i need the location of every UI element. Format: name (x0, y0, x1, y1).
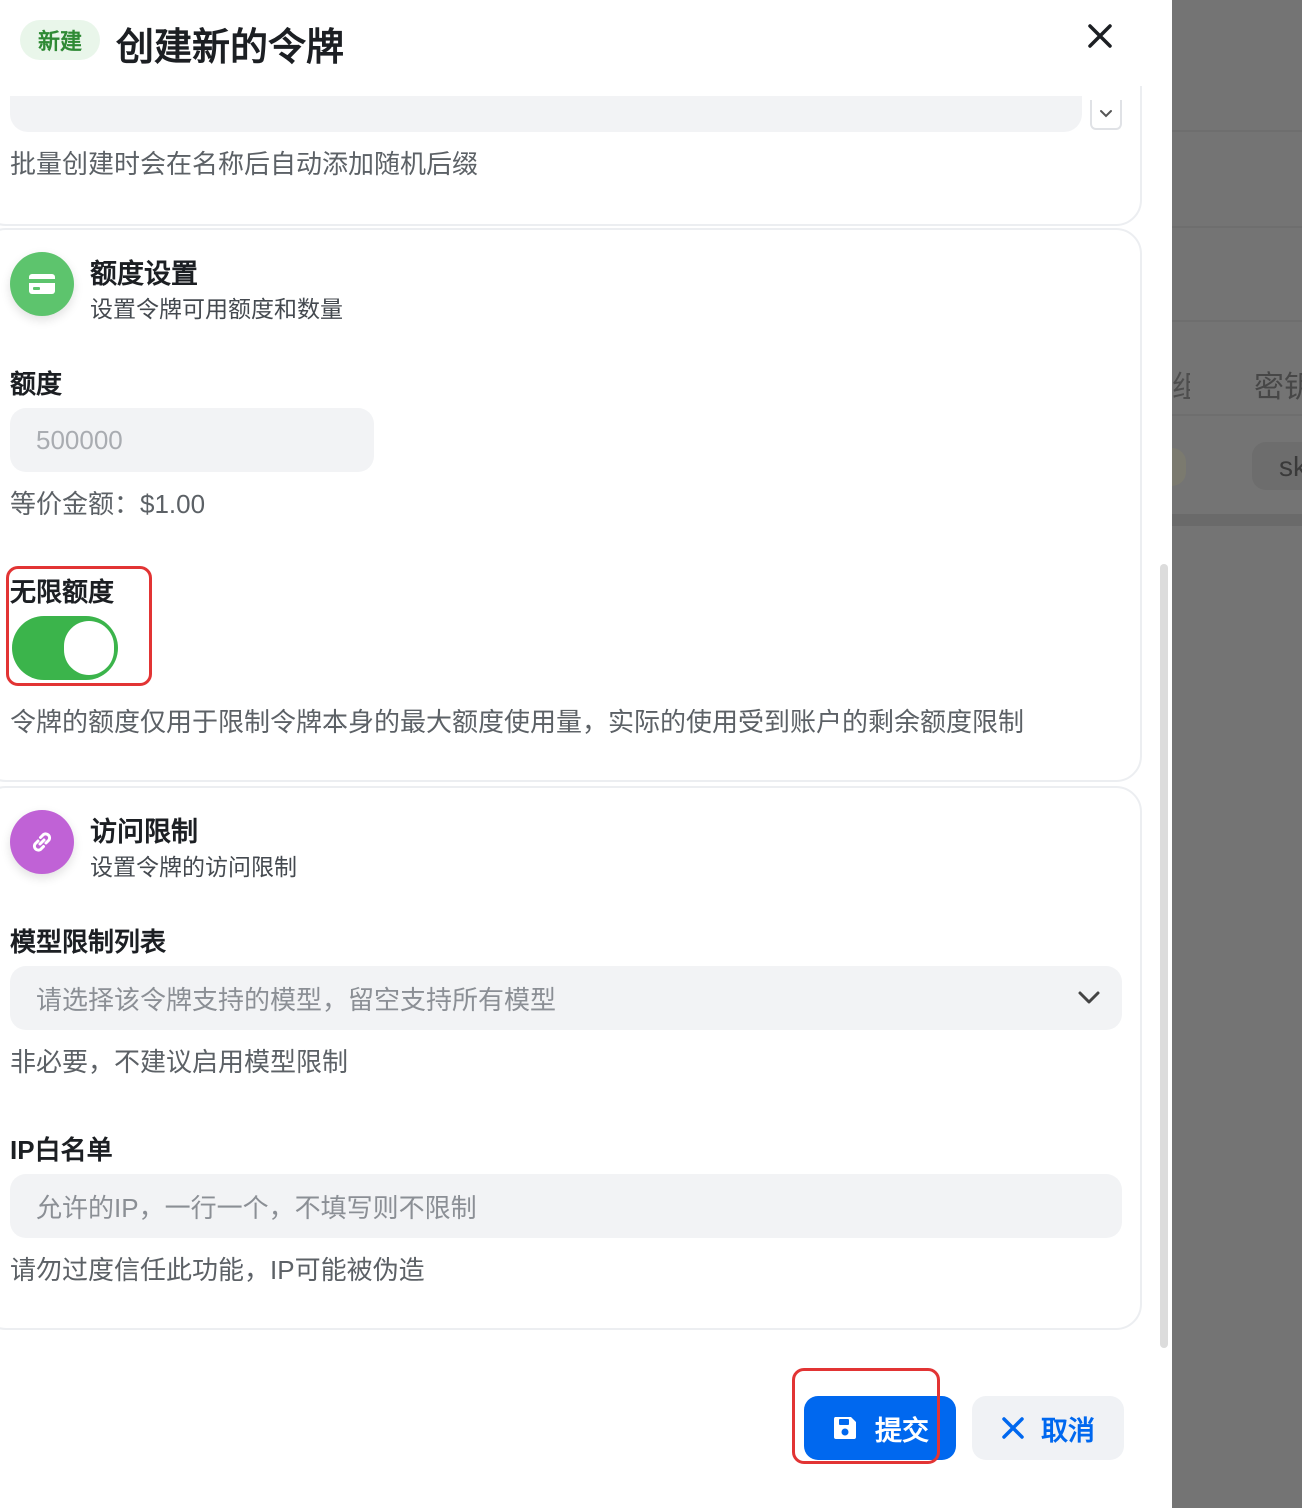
number-stepper-down[interactable] (1090, 100, 1122, 130)
new-badge: 新建 (20, 20, 100, 60)
unlimited-quota-help: 令牌的额度仅用于限制令牌本身的最大额度使用量，实际的使用受到账户的剩余额度限制 (10, 707, 1025, 737)
link-icon (32, 832, 52, 852)
backdrop-key-text: sk (1279, 451, 1302, 482)
close-icon (1088, 24, 1112, 48)
ip-whitelist-label: IP白名单 (10, 1135, 113, 1165)
quota-input[interactable]: 500000 (10, 408, 374, 472)
submit-button-label: 提交 (875, 1415, 929, 1446)
access-section-subtitle: 设置令牌的访问限制 (90, 854, 297, 880)
chevron-down-icon (1100, 110, 1112, 118)
model-limit-label: 模型限制列表 (10, 927, 167, 957)
name-select-input[interactable] (10, 96, 1082, 132)
access-section-icon (10, 810, 74, 874)
quota-section-icon (10, 252, 74, 316)
backdrop-status-dot (1172, 448, 1186, 486)
credit-card-icon (29, 274, 55, 294)
model-limit-help: 非必要，不建议启用模型限制 (10, 1047, 349, 1077)
close-button[interactable] (1078, 14, 1122, 58)
backdrop-column-header: 组 (1172, 371, 1190, 404)
equivalent-amount: 等价金额：$1.00 (10, 489, 206, 519)
access-section-title: 访问限制 (90, 817, 198, 847)
ip-whitelist-placeholder: 允许的IP，一行一个，不填写则不限制 (36, 1192, 477, 1223)
toggle-knob (64, 621, 114, 675)
backdrop-key-pill: sk (1252, 442, 1302, 490)
close-icon (1002, 1417, 1024, 1439)
quota-input-value: 500000 (36, 424, 123, 455)
quota-section-subtitle: 设置令牌可用额度和数量 (90, 296, 343, 322)
page-backdrop: 组 密钥 sk (1172, 0, 1302, 1508)
model-limit-select[interactable]: 请选择该令牌支持的模型，留空支持所有模型 (10, 966, 1122, 1030)
ip-whitelist-help: 请勿过度信任此功能，IP可能被伪造 (10, 1255, 425, 1285)
unlimited-quota-label: 无限额度 (10, 577, 115, 607)
modal-header: 新建 创建新的令牌 (0, 0, 1172, 86)
save-icon (833, 1417, 856, 1439)
chevron-down-icon (1078, 991, 1100, 1004)
batch-name-help: 批量创建时会在名称后自动添加随机后缀 (10, 149, 479, 179)
cancel-button[interactable]: 取消 (972, 1396, 1124, 1460)
cancel-button-label: 取消 (1041, 1415, 1095, 1446)
quota-label: 额度 (10, 369, 63, 399)
unlimited-quota-toggle[interactable] (12, 616, 118, 680)
modal-title: 创建新的令牌 (116, 27, 345, 69)
create-token-modal: 批量创建时会在名称后自动添加随机后缀 额度设置 设置令牌可用额度和数量 额度 5… (0, 0, 1172, 1508)
submit-button[interactable]: 提交 (804, 1396, 956, 1460)
quota-section-title: 额度设置 (90, 259, 198, 289)
backdrop-key-column-header: 密钥 (1254, 371, 1302, 404)
ip-whitelist-textarea[interactable]: 允许的IP，一行一个，不填写则不限制 (10, 1174, 1122, 1238)
modal-scrollbar[interactable] (1160, 564, 1168, 1348)
model-limit-placeholder: 请选择该令牌支持的模型，留空支持所有模型 (36, 984, 557, 1015)
